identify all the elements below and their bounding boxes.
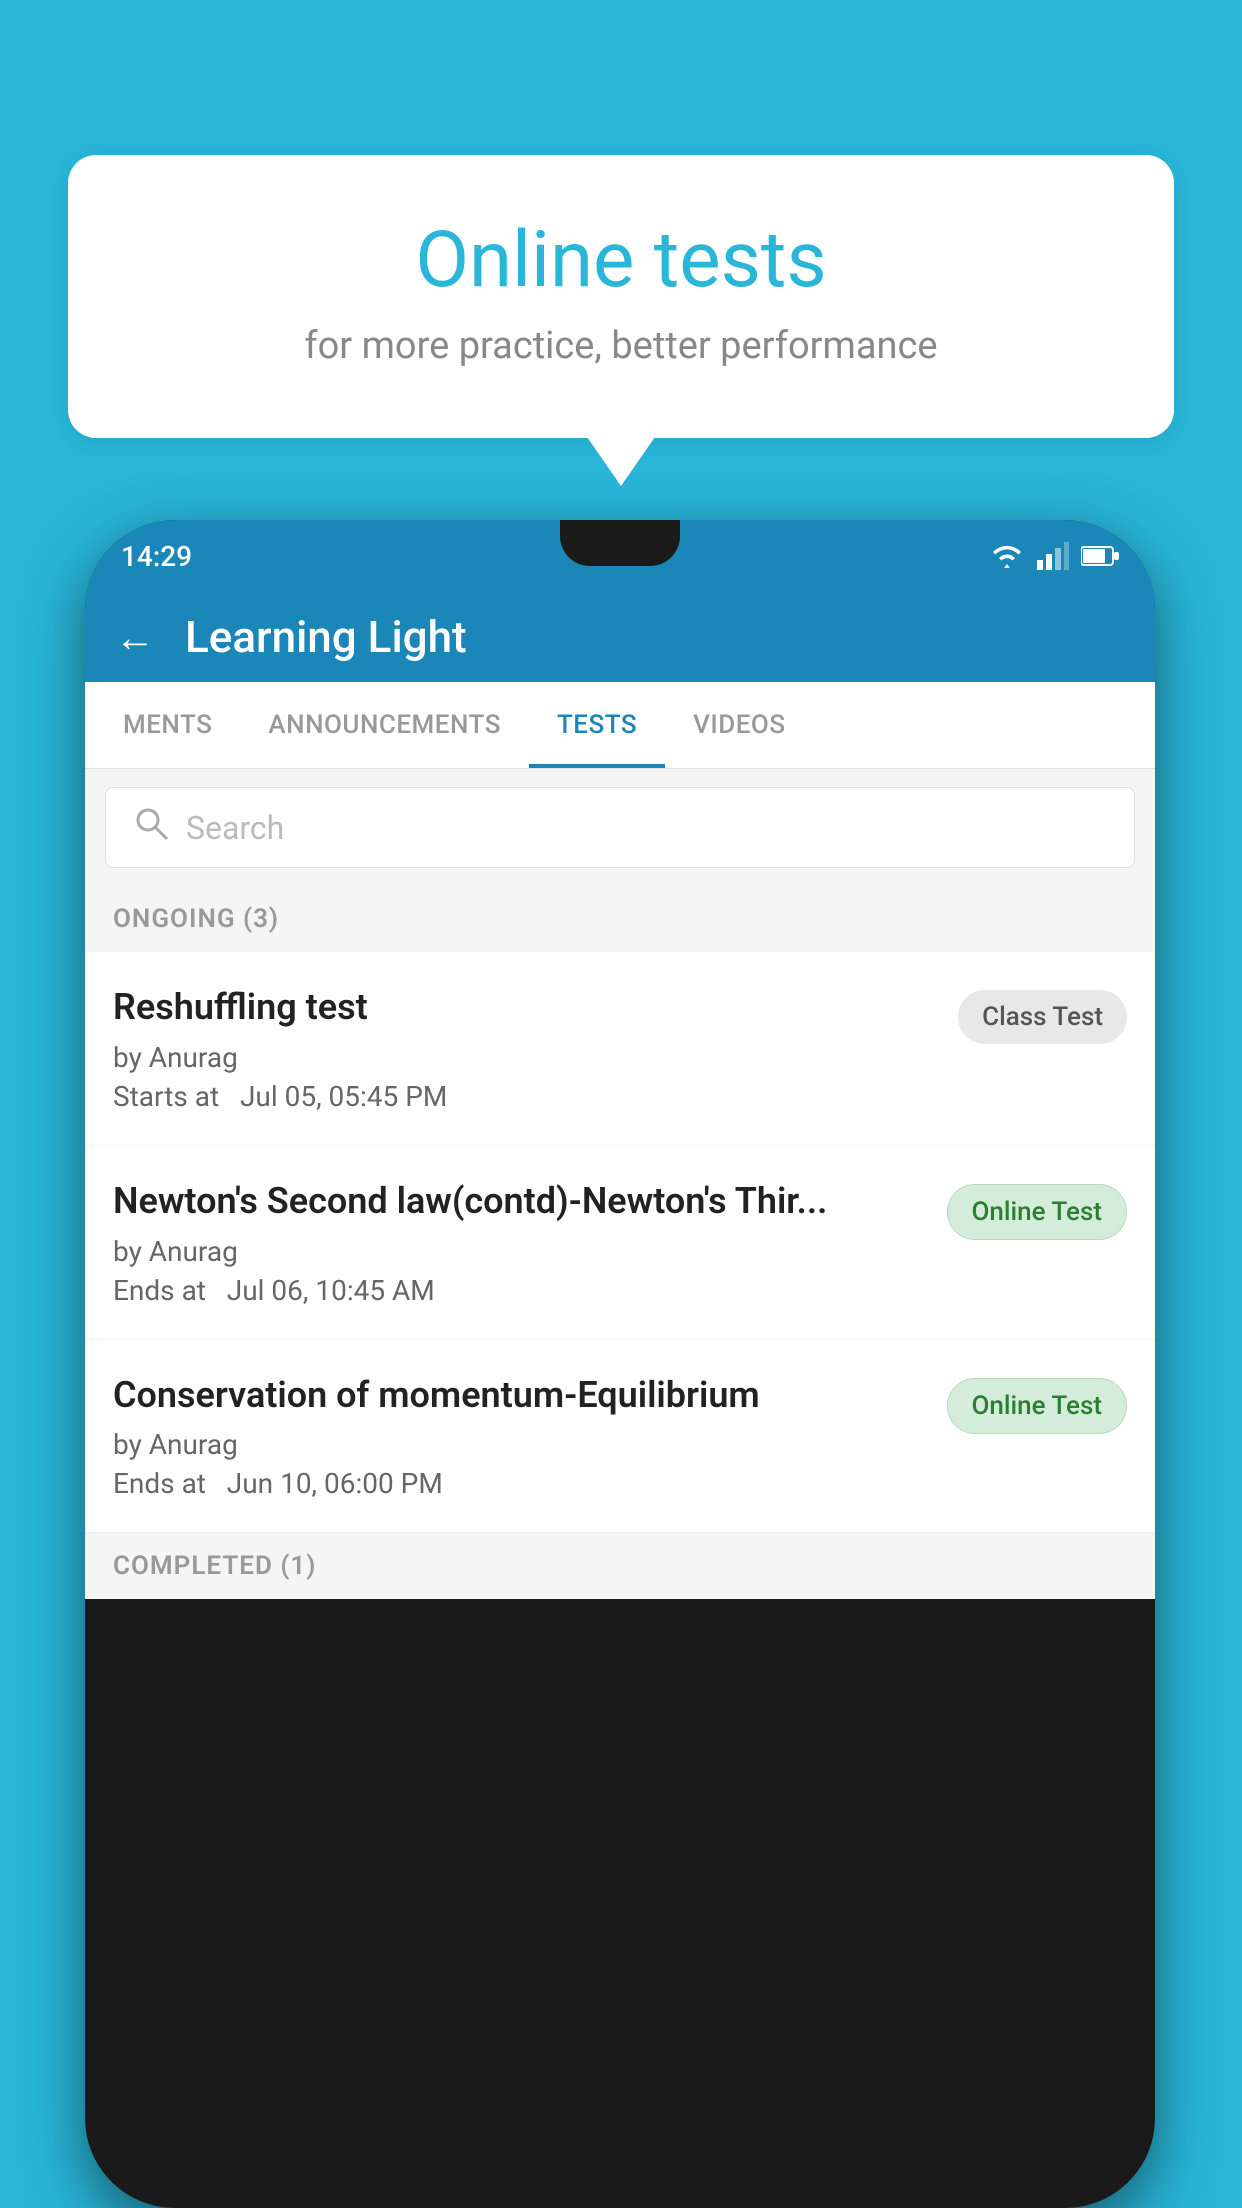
test-name-1: Reshuffling test bbox=[113, 984, 938, 1031]
test-badge-3: Online Test bbox=[947, 1378, 1128, 1434]
status-bar: 14:29 bbox=[85, 520, 1155, 592]
status-icons bbox=[989, 542, 1119, 570]
test-list: Reshuffling test by Anurag Starts at Jul… bbox=[85, 952, 1155, 1533]
test-date-3: Ends at Jun 10, 06:00 PM bbox=[113, 1467, 927, 1500]
phone-notch bbox=[560, 520, 680, 566]
test-item-1[interactable]: Reshuffling test by Anurag Starts at Jul… bbox=[85, 952, 1155, 1146]
back-button[interactable]: ← bbox=[115, 614, 155, 661]
test-author-2: by Anurag bbox=[113, 1235, 927, 1268]
test-info-1: Reshuffling test by Anurag Starts at Jul… bbox=[113, 984, 958, 1113]
bubble-title: Online tests bbox=[148, 215, 1094, 306]
search-icon bbox=[134, 806, 168, 849]
tab-announcements[interactable]: ANNOUNCEMENTS bbox=[240, 682, 529, 768]
test-item-3[interactable]: Conservation of momentum-Equilibrium by … bbox=[85, 1340, 1155, 1534]
search-placeholder: Search bbox=[186, 809, 284, 847]
test-name-2: Newton's Second law(contd)-Newton's Thir… bbox=[113, 1178, 927, 1225]
battery-icon bbox=[1081, 545, 1119, 567]
phone-frame: 14:29 ← Learning Li bbox=[85, 520, 1155, 2208]
signal-icon bbox=[1037, 542, 1069, 570]
test-info-2: Newton's Second law(contd)-Newton's Thir… bbox=[113, 1178, 947, 1307]
app-header: ← Learning Light bbox=[85, 592, 1155, 682]
app-title: Learning Light bbox=[185, 611, 467, 663]
test-info-3: Conservation of momentum-Equilibrium by … bbox=[113, 1372, 947, 1501]
test-badge-1: Class Test bbox=[958, 990, 1127, 1044]
test-name-3: Conservation of momentum-Equilibrium bbox=[113, 1372, 927, 1419]
tab-videos[interactable]: VIDEOS bbox=[665, 682, 813, 768]
test-author-1: by Anurag bbox=[113, 1041, 938, 1074]
test-author-3: by Anurag bbox=[113, 1428, 927, 1461]
completed-section-header: COMPLETED (1) bbox=[85, 1533, 1155, 1599]
ongoing-section-header: ONGOING (3) bbox=[85, 886, 1155, 952]
status-time: 14:29 bbox=[121, 540, 192, 573]
test-badge-2: Online Test bbox=[947, 1184, 1128, 1240]
bubble-subtitle: for more practice, better performance bbox=[148, 324, 1094, 368]
search-bar[interactable]: Search bbox=[105, 787, 1135, 868]
wifi-icon bbox=[989, 542, 1025, 570]
test-item-2[interactable]: Newton's Second law(contd)-Newton's Thir… bbox=[85, 1146, 1155, 1340]
test-date-1: Starts at Jul 05, 05:45 PM bbox=[113, 1080, 938, 1113]
tab-ments[interactable]: MENTS bbox=[95, 682, 240, 768]
tabs-bar: MENTS ANNOUNCEMENTS TESTS VIDEOS bbox=[85, 682, 1155, 769]
search-container: Search bbox=[85, 769, 1155, 886]
test-date-2: Ends at Jul 06, 10:45 AM bbox=[113, 1274, 927, 1307]
tab-tests[interactable]: TESTS bbox=[529, 682, 665, 768]
speech-bubble: Online tests for more practice, better p… bbox=[68, 155, 1174, 438]
